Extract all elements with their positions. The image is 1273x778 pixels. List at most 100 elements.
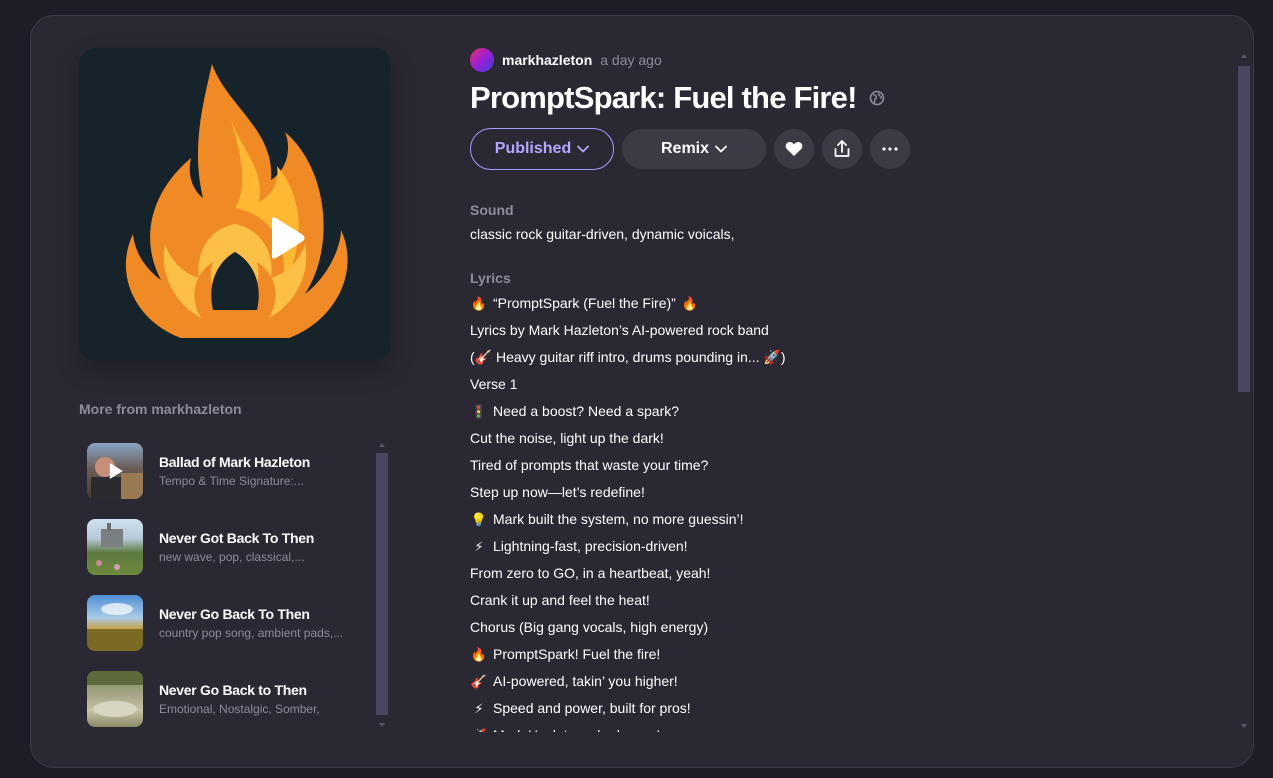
lyric-line: 💡 Mark built the system, no more guessin’… (470, 506, 1210, 533)
lyric-line: Tired of prompts that waste your time? (470, 452, 1210, 479)
landscape-image (96, 523, 123, 570)
author-row: markhazleton a day ago (470, 48, 662, 72)
lyric-line: 🔥 “PromptSpark (Fuel the Fire)” 🔥 (470, 290, 1210, 317)
emoji-icon: ⚡ (474, 539, 484, 554)
song-title-heading: PromptSpark: Fuel the Fire! (470, 80, 885, 116)
list-item[interactable]: Never Got Back To Then new wave, pop, cl… (87, 519, 367, 575)
lyric-text: Lightning-fast, precision-driven! (493, 538, 688, 554)
post-time: a day ago (600, 52, 662, 68)
lyric-text: Verse 1 (470, 376, 518, 392)
song-title: Never Got Back To Then (159, 530, 314, 546)
lyric-text: “PromptSpark (Fuel the Fire)” (493, 295, 676, 311)
lyric-text: Need a boost? Need a spark? (493, 403, 680, 419)
like-button[interactable] (774, 129, 814, 169)
cover-art[interactable] (79, 48, 391, 360)
lyric-text: Speed and power, built for pros! (493, 700, 691, 716)
song-thumbnail (87, 671, 143, 727)
published-dropdown-button[interactable]: Published (470, 128, 614, 170)
lyric-line: Chorus (Big gang vocals, high energy) (470, 614, 1210, 641)
sound-label: Sound (470, 202, 514, 218)
song-subtitle: country pop song, ambient pads,... (159, 626, 344, 640)
song-panel: More from markhazleton Ballad of Mark Ha… (30, 15, 1254, 768)
emoji-icon: 🎸 (470, 674, 488, 689)
remix-dropdown-button[interactable]: Remix (622, 129, 766, 169)
play-button[interactable] (263, 216, 307, 260)
list-item[interactable]: Ballad of Mark Hazleton Tempo & Time Sig… (87, 443, 367, 499)
chevron-down-icon (715, 145, 727, 153)
sound-description: classic rock guitar-driven, dynamic voic… (470, 226, 735, 242)
song-subtitle: Emotional, Nostalgic, Somber, (159, 702, 320, 716)
lyric-line: (🎸 Heavy guitar riff intro, drums poundi… (470, 344, 1210, 371)
list-item[interactable]: Never Go Back to Then Emotional, Nostalg… (87, 671, 367, 727)
lyric-line: 🚦 Need a boost? Need a spark? (470, 398, 1210, 425)
lyric-text: Crank it up and feel the heat! (470, 592, 650, 608)
emoji-icon: 🔥 (470, 296, 488, 311)
author-name[interactable]: markhazleton (502, 52, 592, 68)
lyric-line: Cut the noise, light up the dark! (470, 425, 1210, 452)
scrollbar-thumb[interactable] (1238, 66, 1250, 392)
action-bar: Published Remix (470, 128, 910, 170)
page-scrollbar[interactable] (1237, 52, 1251, 732)
remix-label: Remix (660, 140, 710, 157)
lyric-line: Crank it up and feel the heat! (470, 587, 1210, 614)
lyric-text: Tired of prompts that waste your time? (470, 457, 709, 473)
song-title: Never Go Back To Then (159, 606, 310, 622)
lyric-text: Mark built the system, no more guessin’! (493, 511, 744, 527)
lyrics-body: 🔥 “PromptSpark (Fuel the Fire)” 🔥 Lyrics by… (470, 290, 1210, 732)
list-item[interactable]: Never Go Back To Then country pop song, … (87, 595, 367, 651)
lyric-line: 🔥 PromptSpark! Fuel the fire! (470, 641, 1210, 668)
emoji-icon: 🚦 (470, 404, 488, 419)
share-icon (834, 140, 850, 157)
scrollbar-thumb[interactable] (376, 453, 388, 715)
landscape-image (87, 603, 143, 651)
song-subtitle: new wave, pop, classical,... (159, 550, 305, 564)
lyric-text: Chorus (Big gang vocals, high energy) (470, 619, 709, 635)
ellipsis-icon (882, 147, 898, 151)
lyric-line: Step up now—let’s redefine! (470, 479, 1210, 506)
lyrics-label: Lyrics (470, 270, 511, 286)
globe-icon[interactable] (869, 90, 885, 106)
scroll-down-icon[interactable] (379, 723, 385, 727)
lyric-text: PromptSpark! Fuel the fire! (493, 646, 661, 662)
scroll-down-icon[interactable] (1241, 724, 1247, 728)
page-title: PromptSpark: Fuel the Fire! (470, 80, 857, 115)
emoji-icon: 💡 (470, 512, 488, 527)
lyric-line: From zero to GO, in a heartbeat, yeah! (470, 560, 1210, 587)
lyric-line: Verse 1 (470, 371, 1210, 398)
song-thumbnail (87, 519, 143, 575)
lyric-line: ⚡ Lightning-fast, precision-driven! (470, 533, 1210, 560)
scroll-up-icon[interactable] (1241, 54, 1247, 58)
song-subtitle: Tempo & Time Signature:... (159, 474, 304, 488)
emoji-icon: 🚀 (470, 722, 488, 732)
avatar[interactable] (470, 48, 494, 72)
song-title: Never Go Back to Then (159, 682, 307, 698)
lyric-line: ⚡ Speed and power, built for pros! (470, 695, 1210, 722)
more-from-title: More from markhazleton (79, 401, 242, 417)
lyric-text: From zero to GO, in a heartbeat, yeah! (470, 565, 711, 581)
more-list: Ballad of Mark Hazleton Tempo & Time Sig… (87, 443, 367, 747)
play-icon (109, 463, 123, 479)
landscape-image (87, 671, 143, 717)
flame-artwork (125, 64, 348, 338)
emoji-icon: ⚡ (474, 701, 484, 716)
play-icon (272, 217, 305, 259)
more-list-scrollbar[interactable] (375, 441, 389, 731)
lyric-text: AI-powered, takin’ you higher! (493, 673, 678, 689)
chevron-down-icon (577, 145, 590, 153)
more-options-button[interactable] (870, 129, 910, 169)
song-thumbnail (87, 443, 143, 499)
lyric-text: (🎸 Heavy guitar riff intro, drums poundi… (470, 349, 786, 365)
lyric-line: 🚀 Mark Hazleton—he knows! (470, 722, 1210, 732)
lyric-text: Cut the noise, light up the dark! (470, 430, 664, 446)
lyric-text: Lyrics by Mark Hazleton’s AI-powered roc… (470, 322, 769, 338)
song-details: Sound classic rock guitar-driven, dynami… (470, 202, 1210, 732)
share-button[interactable] (822, 129, 862, 169)
emoji-icon: 🔥 (681, 296, 698, 311)
scroll-up-icon[interactable] (379, 443, 385, 447)
song-thumbnail (87, 595, 143, 651)
published-label: Published (494, 140, 572, 157)
lyric-line: Lyrics by Mark Hazleton’s AI-powered roc… (470, 317, 1210, 344)
lyric-text: Mark Hazleton—he knows! (493, 727, 660, 732)
song-title: Ballad of Mark Hazleton (159, 454, 311, 470)
lyric-text: Step up now—let’s redefine! (470, 484, 645, 500)
